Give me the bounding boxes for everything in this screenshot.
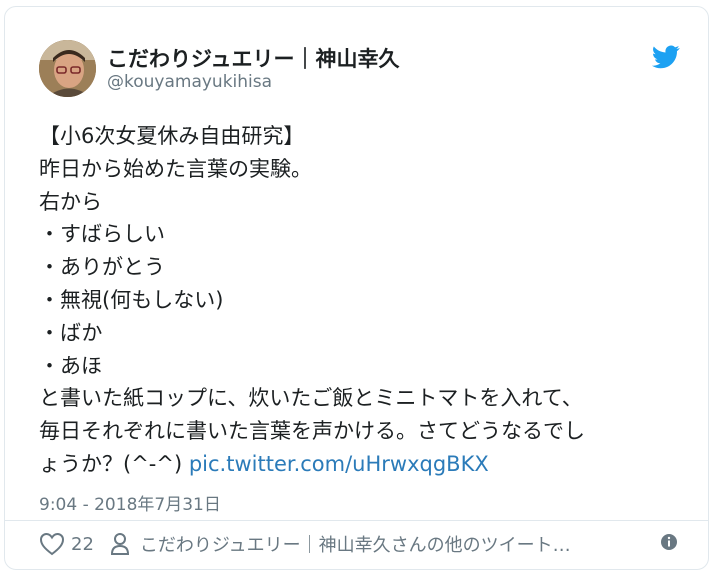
tweet-card: こだわりジュエリー｜神山幸久 @kouyamayukihisa 【小6次女夏休み… <box>4 6 709 570</box>
tweet-line: ・ありがとう <box>39 255 165 280</box>
tweet-line-text: ょうか？(^-^) <box>39 451 189 476</box>
tweet-line: 右から <box>39 189 102 214</box>
tweet-text: 【小6次女夏休み自由研究】 昨日から始めた言葉の実験。 右から ・すばらしい ・… <box>39 120 689 481</box>
tweet-timestamp[interactable]: 9:04 - 2018年7月31日 <box>39 490 221 515</box>
info-icon[interactable] <box>660 533 678 551</box>
display-name[interactable]: こだわりジュエリー｜神山幸久 <box>107 43 400 73</box>
tweet-line: と書いた紙コップに、炊いたご飯とミニトマトを入れて、 <box>39 386 583 411</box>
person-icon[interactable] <box>110 532 130 556</box>
tweet-line: ・すばらしい <box>39 222 165 247</box>
more-tweets-link[interactable]: こだわりジュエリー｜神山幸久さんの他のツイート… <box>140 531 571 557</box>
tweet-line: 毎日それぞれに書いた言葉を声かける。さてどうなるでし <box>39 419 585 444</box>
divider <box>5 520 708 521</box>
user-handle[interactable]: @kouyamayukihisa <box>107 72 272 92</box>
like-count[interactable]: 22 <box>71 534 94 555</box>
tweet-line: ・無視(何もしない) <box>39 287 224 312</box>
tweet-line: 昨日から始めた言葉の実験。 <box>39 156 312 181</box>
media-link[interactable]: pic.twitter.com/uHrwxqgBKX <box>189 452 489 476</box>
tweet-line: 【小6次女夏休み自由研究】 <box>39 124 305 148</box>
tweet-last-line: ょうか？(^-^) pic.twitter.com/uHrwxqgBKX <box>39 448 689 481</box>
tweet-line: ・ばか <box>39 320 103 345</box>
tweet-actions: 22 こだわりジュエリー｜神山幸久さんの他のツイート… <box>39 529 571 559</box>
avatar[interactable] <box>39 40 96 97</box>
tweet-line: ・あほ <box>39 353 102 378</box>
twitter-bird-icon[interactable] <box>652 45 680 69</box>
heart-icon[interactable] <box>39 532 65 556</box>
